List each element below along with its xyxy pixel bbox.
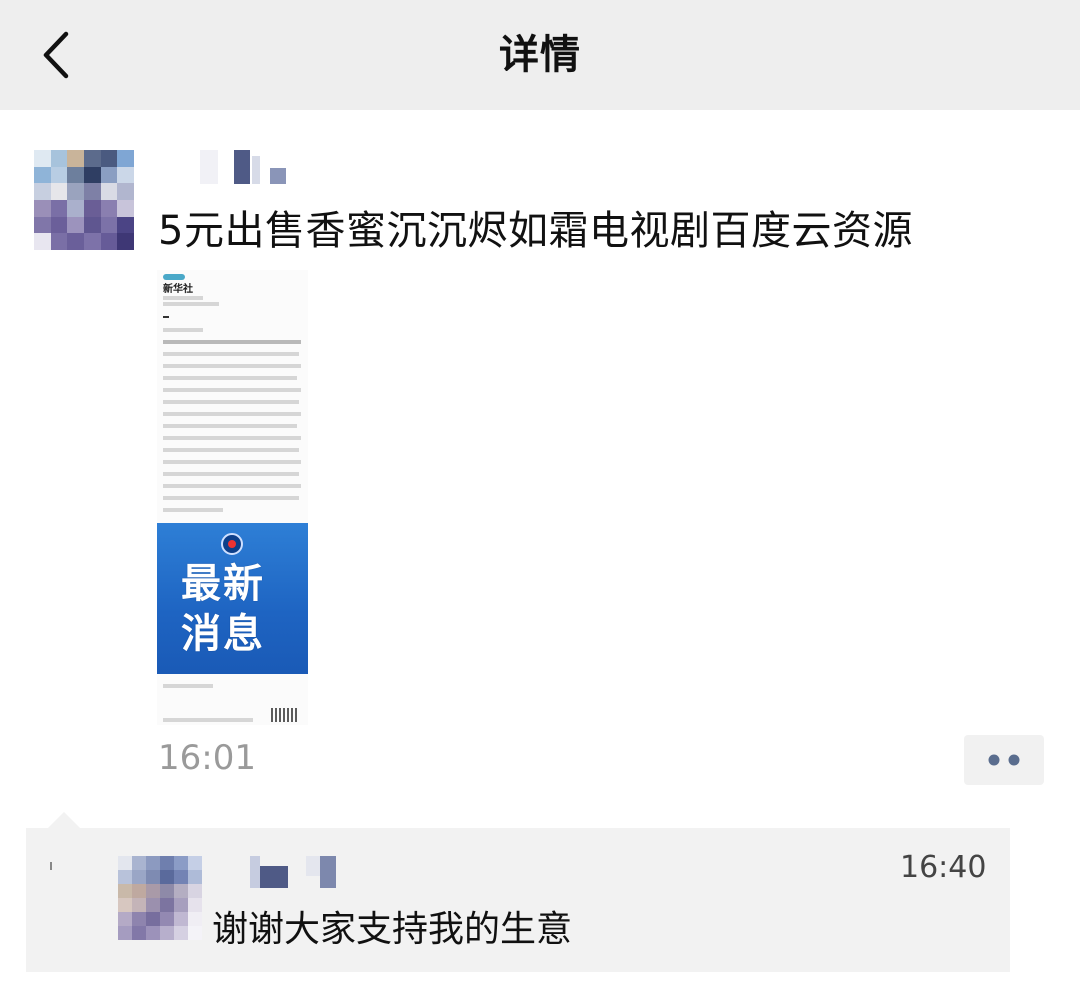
comment-text: 谢谢大家支持我的生意 [212,909,573,950]
page-title: 详情 [499,32,581,78]
news-source-name: 新华社 [163,284,193,295]
comment-area-pointer [48,812,80,828]
post-image[interactable]: 新华社 最新 消息 [157,270,308,725]
post-timestamp: 16:01 [158,738,256,778]
avatar[interactable] [34,150,134,250]
top-navigation-bar: 详情 [0,0,1080,110]
comment-timestamp: 16:40 [900,850,987,885]
qr-code-icon [271,708,297,722]
news-banner-text: 最新 消息 [181,561,265,657]
news-banner: 最新 消息 [157,523,308,674]
comment-avatar[interactable] [118,856,202,940]
more-options-button[interactable] [964,735,1044,785]
username-blurred [200,150,290,186]
post-text: 5元出售香蜜沉沉烬如霜电视剧百度云资源 [158,208,913,254]
comment-username-blurred [250,856,340,890]
two-dots-icon [988,754,1020,766]
emblem-icon [221,533,243,555]
